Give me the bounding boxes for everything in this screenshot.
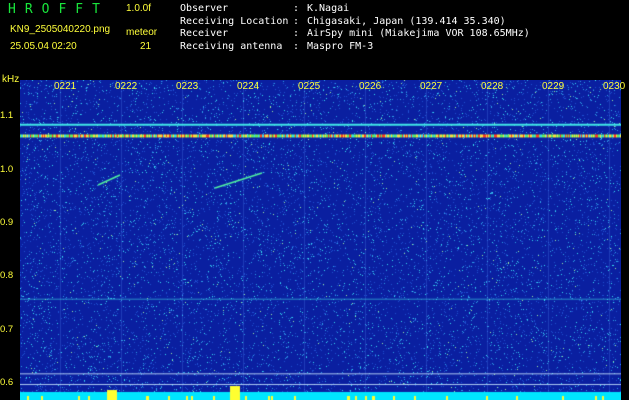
header-panel: HROFFT 1.0.0f KN9_2505040220.png 25.05.0… [0, 0, 629, 72]
x-tick-label: 0223 [176, 81, 199, 92]
x-tick-label: 0225 [298, 81, 321, 92]
app-logo: HROFFT [8, 2, 109, 17]
y-tick-label: 1.0 [0, 163, 14, 175]
x-tick-label: 0222 [115, 81, 138, 92]
y-tick-label: 1.1 [0, 110, 14, 122]
y-tick-label: 0.9 [0, 217, 14, 228]
meteor-count: 21 [140, 41, 152, 52]
version-label: 1.0.0f [126, 3, 152, 14]
info-row: Receiver: AirSpy mini (Miakejima VOR 108.… [180, 28, 530, 39]
meteor-label: meteor [126, 27, 158, 38]
y-axis-title: kHz [2, 74, 20, 85]
info-row: Observer: K.Nagai [180, 3, 350, 14]
timestamp: 25.05.04 02:20 [10, 41, 77, 52]
info-row: Receiving Location: Chigasaki, Japan (139… [180, 15, 506, 27]
y-tick-label: 0.6 [0, 377, 14, 388]
x-tick-label: 0224 [237, 81, 260, 92]
x-tick-label: 0221 [54, 81, 77, 92]
spectrogram-canvas [20, 80, 621, 400]
spectrogram-plot [20, 80, 621, 400]
x-tick-label: 0230 [603, 81, 626, 92]
x-tick-label: 0226 [359, 81, 382, 92]
file-name: KN9_2505040220.png [10, 24, 111, 35]
x-tick-label: 0227 [420, 81, 443, 92]
y-tick-label: 0.8 [0, 270, 14, 282]
x-tick-label: 0228 [481, 81, 504, 92]
info-row: Receiving antenna: Maspro FM-3 [180, 40, 374, 52]
station-info: Observer: K.Nagai Receiving Location: Chig… [180, 3, 530, 53]
x-tick-label: 0229 [542, 81, 565, 92]
y-tick-label: 0.7 [0, 323, 14, 335]
